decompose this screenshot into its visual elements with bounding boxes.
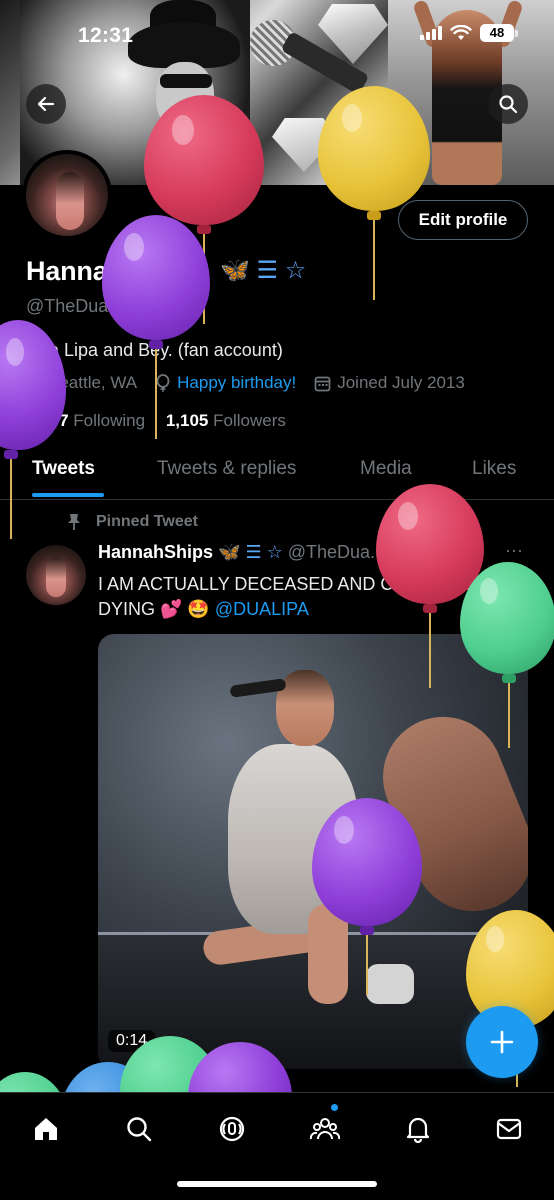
balloon-icon bbox=[156, 374, 170, 392]
pin-icon bbox=[68, 514, 80, 530]
compose-tweet-button[interactable] bbox=[466, 1006, 538, 1078]
messages-icon bbox=[496, 1118, 522, 1140]
followers-link[interactable]: 1,105 Followers bbox=[166, 411, 286, 430]
nav-communities[interactable] bbox=[305, 1109, 345, 1149]
banner-sunglasses bbox=[160, 74, 212, 88]
tab-likes[interactable]: Likes bbox=[472, 458, 516, 480]
home-icon bbox=[35, 1118, 57, 1140]
tab-media[interactable]: Media bbox=[360, 458, 412, 480]
follow-counts: 1,797 Following 1,105 Followers bbox=[26, 411, 302, 431]
search-icon bbox=[127, 1117, 152, 1142]
communities-icon bbox=[310, 1118, 340, 1140]
notifications-icon bbox=[406, 1117, 430, 1143]
nav-home[interactable] bbox=[26, 1109, 66, 1149]
edit-profile-button[interactable]: Edit profile bbox=[398, 200, 528, 240]
tab-tweets-replies[interactable]: Tweets & replies bbox=[157, 458, 296, 480]
profile-avatar[interactable] bbox=[22, 150, 112, 240]
battery-level: 48 bbox=[480, 24, 514, 42]
tweet-author-emojis: 🦋 ☰ ☆ bbox=[218, 542, 283, 562]
nav-spaces[interactable] bbox=[212, 1109, 252, 1149]
joined-text: Joined July 2013 bbox=[337, 373, 465, 392]
pinned-tweet-label: Pinned Tweet bbox=[66, 513, 198, 531]
spaces-icon bbox=[219, 1116, 245, 1142]
profile-website[interactable]: Happy birthday! bbox=[155, 373, 296, 393]
battery-icon: 48 bbox=[480, 24, 518, 42]
search-icon bbox=[499, 95, 518, 114]
followers-label: Followers bbox=[213, 411, 286, 430]
followers-count: 1,105 bbox=[165, 411, 209, 430]
nav-notifications[interactable] bbox=[398, 1109, 438, 1149]
profile-search-button[interactable] bbox=[488, 84, 528, 124]
pinned-text: Pinned Tweet bbox=[96, 513, 198, 530]
home-indicator[interactable] bbox=[177, 1181, 377, 1187]
active-tab-indicator bbox=[32, 493, 104, 497]
tweet-mention[interactable]: @DUALIPA bbox=[215, 599, 309, 619]
communities-notification-dot bbox=[331, 1104, 338, 1111]
profile-joined: Joined July 2013 bbox=[314, 373, 465, 393]
calendar-icon bbox=[314, 376, 331, 391]
plus-icon bbox=[490, 1030, 514, 1054]
tweet-author-avatar[interactable] bbox=[26, 545, 86, 605]
status-icons: 48 bbox=[420, 24, 518, 42]
arrow-left-icon bbox=[37, 96, 55, 112]
display-name-emojis: 🦋 ☰ ☆ bbox=[220, 257, 307, 284]
profile-meta: Seattle, WA Happy birthday! Joined July … bbox=[26, 373, 483, 393]
website-link[interactable]: Happy birthday! bbox=[177, 373, 296, 393]
cellular-signal-icon bbox=[420, 26, 442, 40]
following-label: Following bbox=[73, 411, 146, 430]
back-button[interactable] bbox=[26, 84, 66, 124]
tweet-more-button[interactable]: ··· bbox=[505, 540, 523, 561]
tweet-author-name[interactable]: HannahShips bbox=[98, 542, 213, 562]
nav-messages[interactable] bbox=[489, 1109, 529, 1149]
wifi-icon bbox=[450, 25, 472, 40]
status-time: 12:31 bbox=[78, 24, 134, 47]
tab-tweets[interactable]: Tweets bbox=[32, 458, 95, 480]
nav-search[interactable] bbox=[119, 1109, 159, 1149]
